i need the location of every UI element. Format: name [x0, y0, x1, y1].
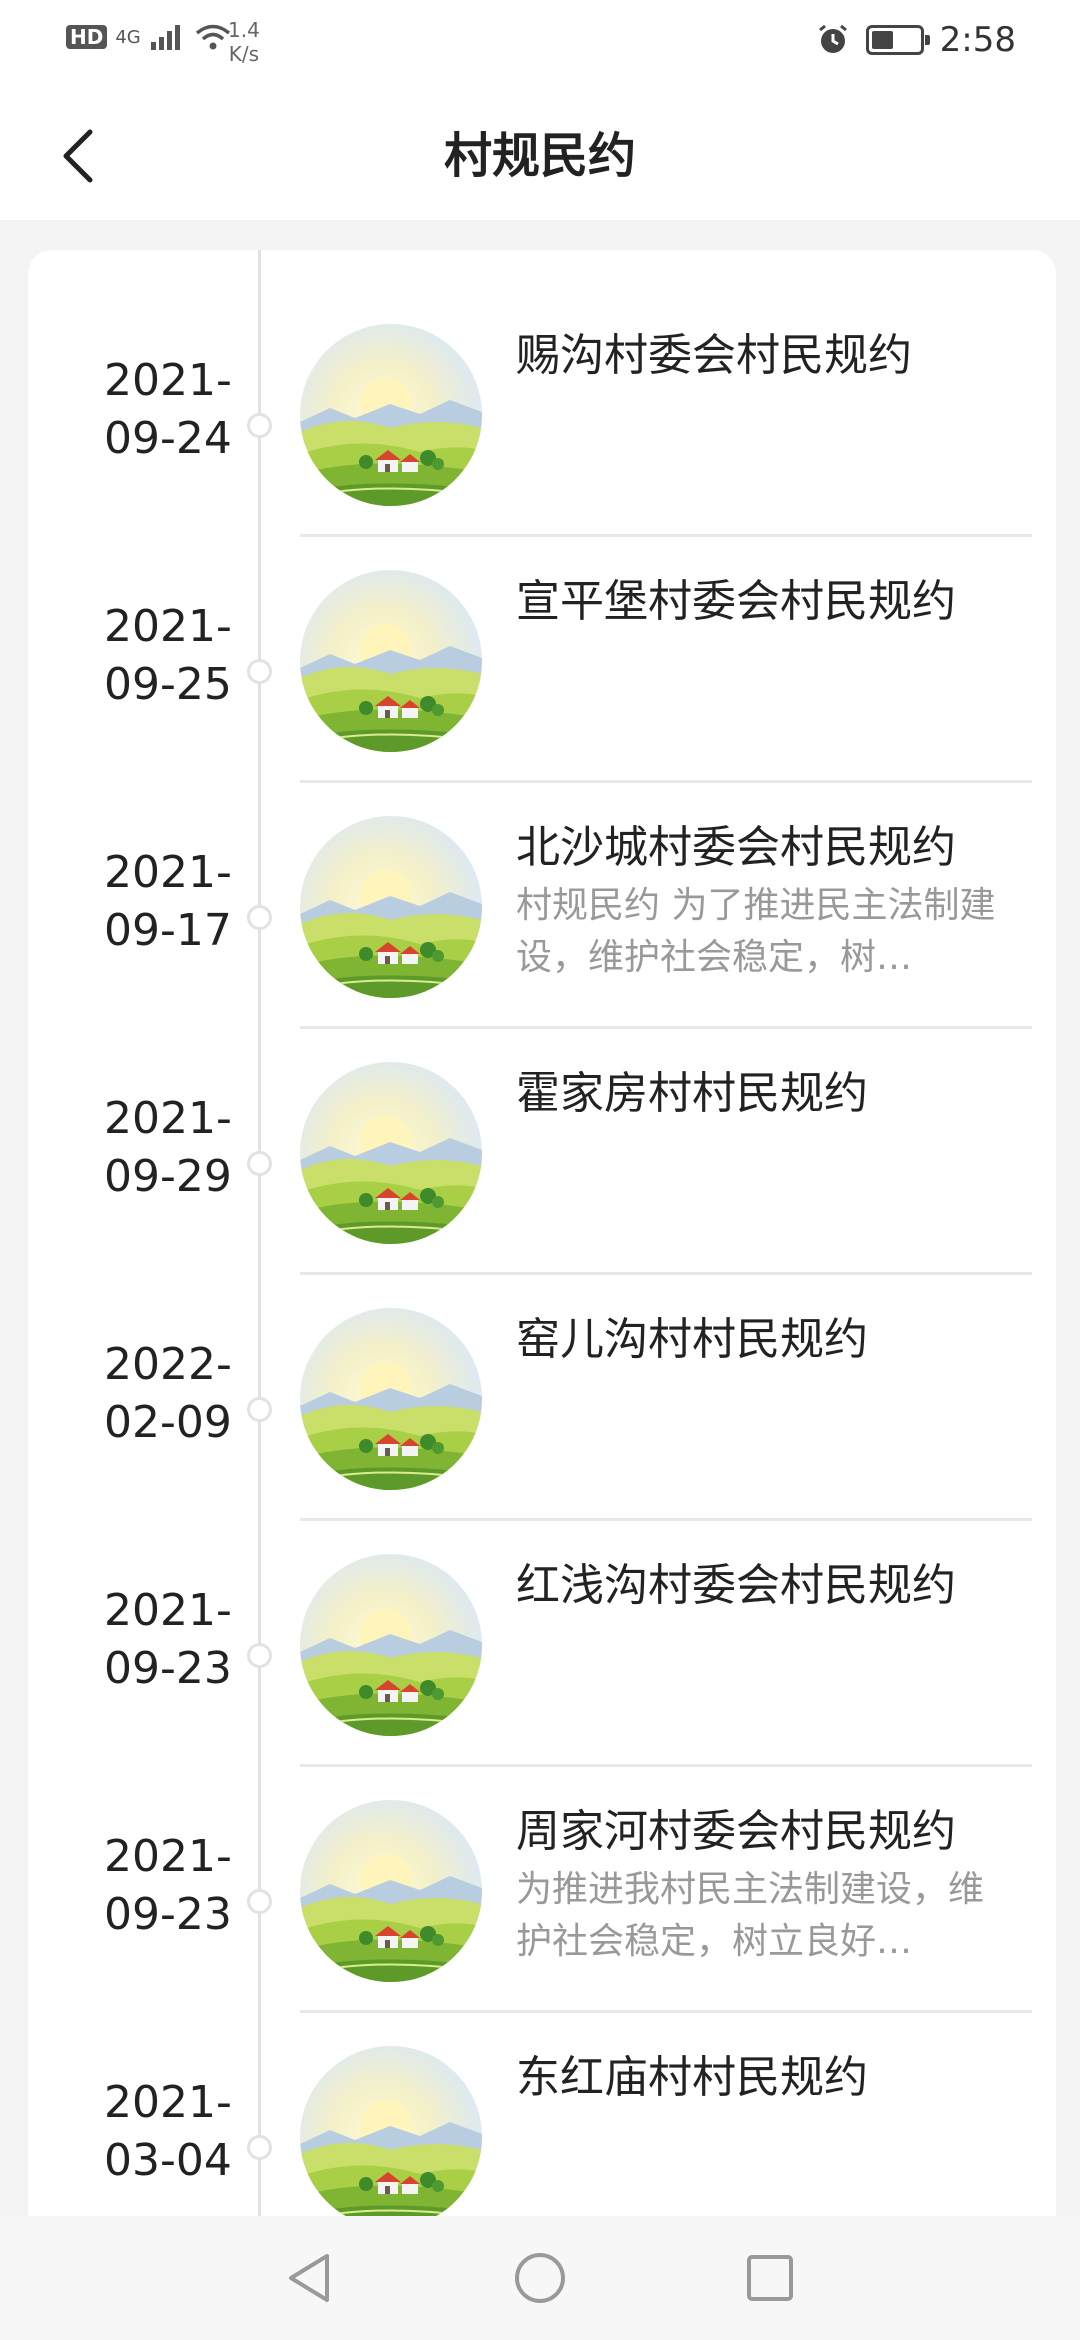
item-description: 村规民约 为了推进民主法制建设，维护社会稳定，树… [516, 885, 996, 978]
item-title: 霍家房村村民规约 [516, 1068, 868, 1119]
list-item[interactable]: 2021- 09-23 [28, 1726, 1056, 2013]
square-recents-icon [747, 2255, 793, 2301]
timeline-dot [247, 1397, 272, 1422]
item-title: 北沙城村委会村民规约 [516, 822, 956, 873]
alarm-icon [818, 24, 847, 53]
battery-icon [865, 25, 930, 55]
item-title: 红浅沟村委会村民规约 [516, 1560, 956, 1611]
timeline-dot [247, 659, 272, 684]
item-date: 2021- 09-29 [104, 1093, 232, 1202]
timeline-dot [247, 1643, 272, 1668]
item-title: 周家河村委会村民规约 [516, 1806, 956, 1857]
status-bar: HD 4G 1.4 K/s 2:58 [0, 0, 1080, 92]
circle-home-icon [515, 2253, 565, 2303]
item-thumbnail [300, 324, 482, 506]
countryside-illustration [300, 1062, 482, 1244]
status-right: 2:58 [816, 20, 1016, 60]
list-item[interactable]: 2022- 02-09 窑儿沟村村民规约 [28, 1234, 1056, 1521]
countryside-illustration [300, 570, 482, 752]
wifi-icon [195, 24, 230, 50]
status-left: HD 4G [66, 22, 233, 52]
item-thumbnail [300, 2046, 482, 2228]
timeline-dot [247, 2135, 272, 2160]
signal-icon [150, 25, 180, 50]
item-title: 赐沟村委会村民规约 [516, 330, 912, 381]
timeline-dot [247, 413, 272, 438]
list-item[interactable]: 2021- 09-24 赐沟村委会村民规约 [28, 250, 1056, 537]
item-thumbnail [300, 816, 482, 998]
item-thumbnail [300, 1062, 482, 1244]
item-date: 2021- 09-23 [104, 1585, 232, 1694]
network-speed: 1.4 K/s [228, 18, 260, 66]
countryside-illustration [300, 1308, 482, 1490]
nav-back-button[interactable] [278, 2248, 338, 2308]
speed-unit: K/s [228, 42, 260, 66]
item-date: 2021- 03-04 [104, 2077, 232, 2186]
item-date: 2021- 09-23 [104, 1831, 232, 1940]
page-title: 村规民约 [443, 128, 636, 184]
item-title: 宣平堡村委会村民规约 [516, 576, 956, 627]
content-card: 2021- 09-24 赐沟村委会村民规约 2021- 09-25 宣平堡村委会… [28, 250, 1056, 2290]
item-thumbnail [300, 1554, 482, 1736]
item-thumbnail [300, 1800, 482, 1982]
countryside-illustration [300, 2046, 482, 2228]
countryside-illustration [300, 816, 482, 998]
countryside-illustration [300, 1800, 482, 1982]
nav-recents-button[interactable] [740, 2248, 800, 2308]
list-item[interactable]: 2021- 09-25 宣平堡村委会村民规约 [28, 496, 1056, 783]
item-date: 2021- 09-24 [104, 355, 232, 464]
countryside-illustration [300, 1554, 482, 1736]
item-thumbnail [300, 570, 482, 752]
list-item[interactable]: 2021- 09-29 霍家房村村民规约 [28, 988, 1056, 1275]
network-type: 4G [115, 26, 141, 48]
timeline-dot [247, 905, 272, 930]
item-thumbnail [300, 1308, 482, 1490]
list-item[interactable]: 2021- 09-23 [28, 1480, 1056, 1767]
item-date: 2021- 09-25 [104, 601, 232, 710]
list-item[interactable]: 2021- 03-04 东红庙村村民规约 [28, 1972, 1056, 2259]
item-title: 东红庙村村民规约 [516, 2052, 868, 2103]
speed-value: 1.4 [228, 18, 260, 42]
timeline-dot [247, 1889, 272, 1914]
battery-fill [871, 31, 893, 49]
item-title: 窑儿沟村村民规约 [516, 1314, 868, 1365]
timeline-dot [247, 1151, 272, 1176]
status-time: 2:58 [939, 20, 1016, 60]
countryside-illustration [300, 324, 482, 506]
triangle-back-icon [289, 2254, 329, 2302]
item-description: 为推进我村民主法制建设，维护社会稳定，树立良好… [516, 1869, 985, 1962]
list-item[interactable]: 2021- 09-17 北沙城村委会村民规约 村规民约 为了推进民主法制建设，维… [28, 742, 1056, 1029]
hd-icon: HD [66, 25, 108, 49]
item-date: 2021- 09-17 [104, 847, 232, 956]
nav-home-button[interactable] [510, 2248, 570, 2308]
item-date: 2022- 02-09 [104, 1339, 232, 1448]
navigation-bar [0, 2216, 1080, 2340]
app-header: 村规民约 [0, 92, 1080, 220]
